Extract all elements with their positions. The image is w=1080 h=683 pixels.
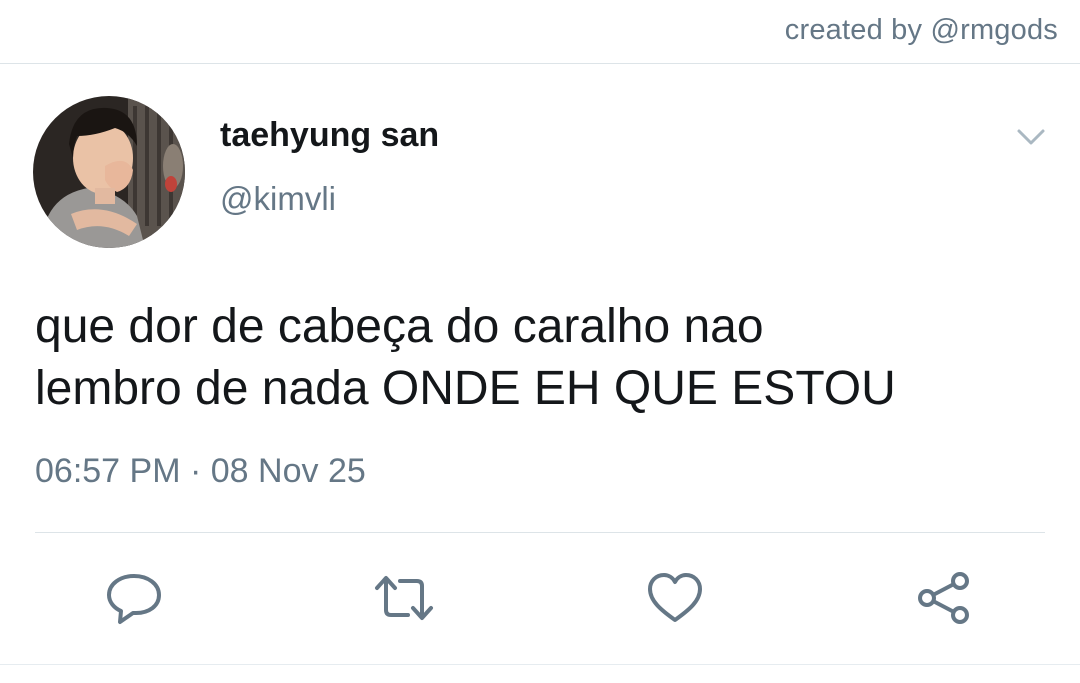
heart-icon bbox=[648, 573, 702, 622]
retweet-icon bbox=[375, 576, 433, 620]
credit-label: created by @rmgods bbox=[784, 14, 1058, 46]
tweet-line: que dor de cabeça do caralho nao bbox=[35, 300, 764, 353]
tweet-line: lembro de nada ONDE EH QUE ESTOU bbox=[35, 362, 896, 415]
bottom-divider bbox=[0, 664, 1080, 665]
tweet-time: 06:57 PM bbox=[35, 452, 181, 490]
user-handle[interactable]: @kimvli bbox=[220, 180, 336, 218]
tweet-date: 08 Nov 25 bbox=[210, 452, 366, 490]
timestamp[interactable]: 06:57 PM · 08 Nov 25 bbox=[35, 452, 366, 491]
tweet-text: que dor de cabeça do caralho nao lembro … bbox=[35, 296, 1055, 420]
like-button[interactable] bbox=[645, 570, 705, 626]
display-name[interactable]: taehyung san bbox=[220, 116, 439, 155]
reply-icon bbox=[107, 574, 161, 624]
share-icon bbox=[918, 572, 969, 624]
share-button[interactable] bbox=[914, 570, 974, 626]
timestamp-separator: · bbox=[189, 452, 202, 490]
chevron-down-icon[interactable] bbox=[1014, 122, 1048, 152]
retweet-button[interactable] bbox=[372, 570, 433, 626]
avatar[interactable] bbox=[33, 96, 185, 248]
reply-button[interactable] bbox=[104, 570, 164, 626]
actions-divider bbox=[35, 532, 1045, 533]
top-divider bbox=[0, 63, 1080, 64]
